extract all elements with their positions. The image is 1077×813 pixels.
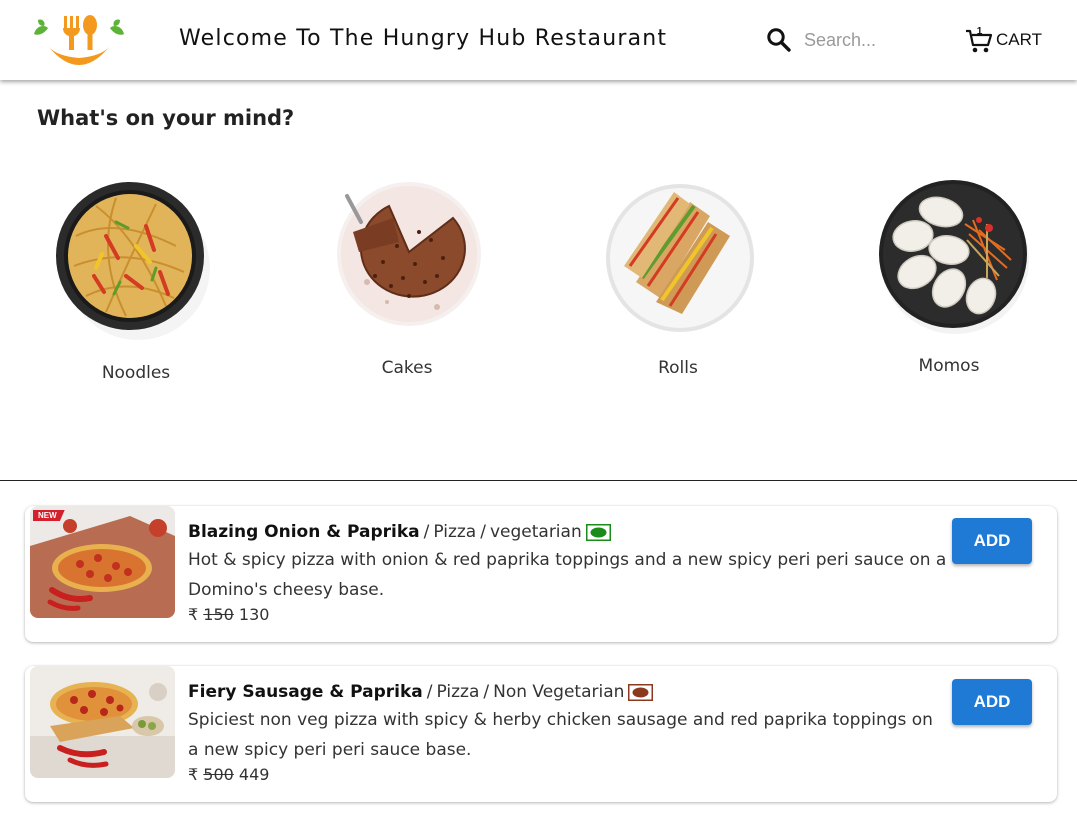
currency-symbol: ₹ xyxy=(188,605,199,624)
separator: / xyxy=(423,522,430,542)
item-price: ₹ 150 130 xyxy=(188,605,948,625)
cake-image xyxy=(337,182,481,326)
discounted-price: 449 xyxy=(238,765,270,784)
add-to-cart-button[interactable]: ADD xyxy=(952,518,1032,564)
menu-item-card: Fiery Sausage & Paprika / Pizza / Non Ve… xyxy=(25,666,1057,802)
item-name: Blazing Onion & Paprika xyxy=(188,522,420,542)
cart-count: 1 xyxy=(977,26,983,37)
item-image: NEW xyxy=(30,506,175,618)
original-price: 500 xyxy=(203,765,234,784)
site-title: Welcome To The Hungry Hub Restaurant xyxy=(179,26,668,51)
section-divider xyxy=(0,480,1077,481)
cart-icon: 1 xyxy=(966,26,993,53)
category-label: Momos xyxy=(918,356,980,376)
item-category: Pizza xyxy=(433,522,477,542)
category-label: Rolls xyxy=(658,358,698,378)
separator: / xyxy=(483,682,490,702)
category-label: Noodles xyxy=(101,363,171,383)
rolls-image xyxy=(606,184,754,332)
noodles-image xyxy=(56,182,210,340)
non-veg-indicator-icon xyxy=(628,683,654,701)
item-diet: Non Vegetarian xyxy=(493,682,625,702)
add-to-cart-button[interactable]: ADD xyxy=(952,679,1032,725)
currency-symbol: ₹ xyxy=(188,765,199,784)
category-rolls[interactable]: Rolls xyxy=(578,182,778,378)
top-header: Welcome To The Hungry Hub Restaurant 1 C… xyxy=(0,0,1077,80)
search-icon[interactable] xyxy=(766,27,792,53)
item-image xyxy=(30,666,175,778)
original-price: 150 xyxy=(203,605,234,624)
item-name: Fiery Sausage & Paprika xyxy=(188,682,423,702)
cart-label: CART xyxy=(996,30,1042,49)
momos-image xyxy=(879,180,1029,334)
section-heading: What's on your mind? xyxy=(37,106,295,130)
item-diet: vegetarian xyxy=(489,522,582,542)
separator: / xyxy=(480,522,486,542)
category-noodles[interactable]: Noodles xyxy=(36,176,236,383)
category-momos[interactable]: Momos xyxy=(849,180,1049,376)
search-bar xyxy=(766,26,916,56)
item-details: Blazing Onion & Paprika / Pizza / vegeta… xyxy=(188,522,948,625)
menu-item-card: NEW Blazing Onion & Paprika / Pizza / ve… xyxy=(25,506,1057,642)
category-cakes[interactable]: Cakes xyxy=(307,182,507,378)
item-category: Pizza xyxy=(436,682,480,702)
search-input[interactable] xyxy=(804,26,914,54)
item-description: Hot & spicy pizza with onion & red papri… xyxy=(188,550,947,600)
category-label: Cakes xyxy=(381,358,433,378)
discounted-price: 130 xyxy=(238,605,270,624)
item-details: Fiery Sausage & Paprika / Pizza / Non Ve… xyxy=(188,682,948,785)
restaurant-logo[interactable] xyxy=(30,12,128,70)
item-price: ₹ 500 449 xyxy=(188,765,948,785)
cart-button[interactable]: 1 CART xyxy=(964,24,1042,56)
item-description: Spiciest non veg pizza with spicy & herb… xyxy=(188,710,933,760)
veg-indicator-icon xyxy=(585,523,611,541)
separator: / xyxy=(426,682,433,702)
new-badge: NEW xyxy=(33,510,65,521)
